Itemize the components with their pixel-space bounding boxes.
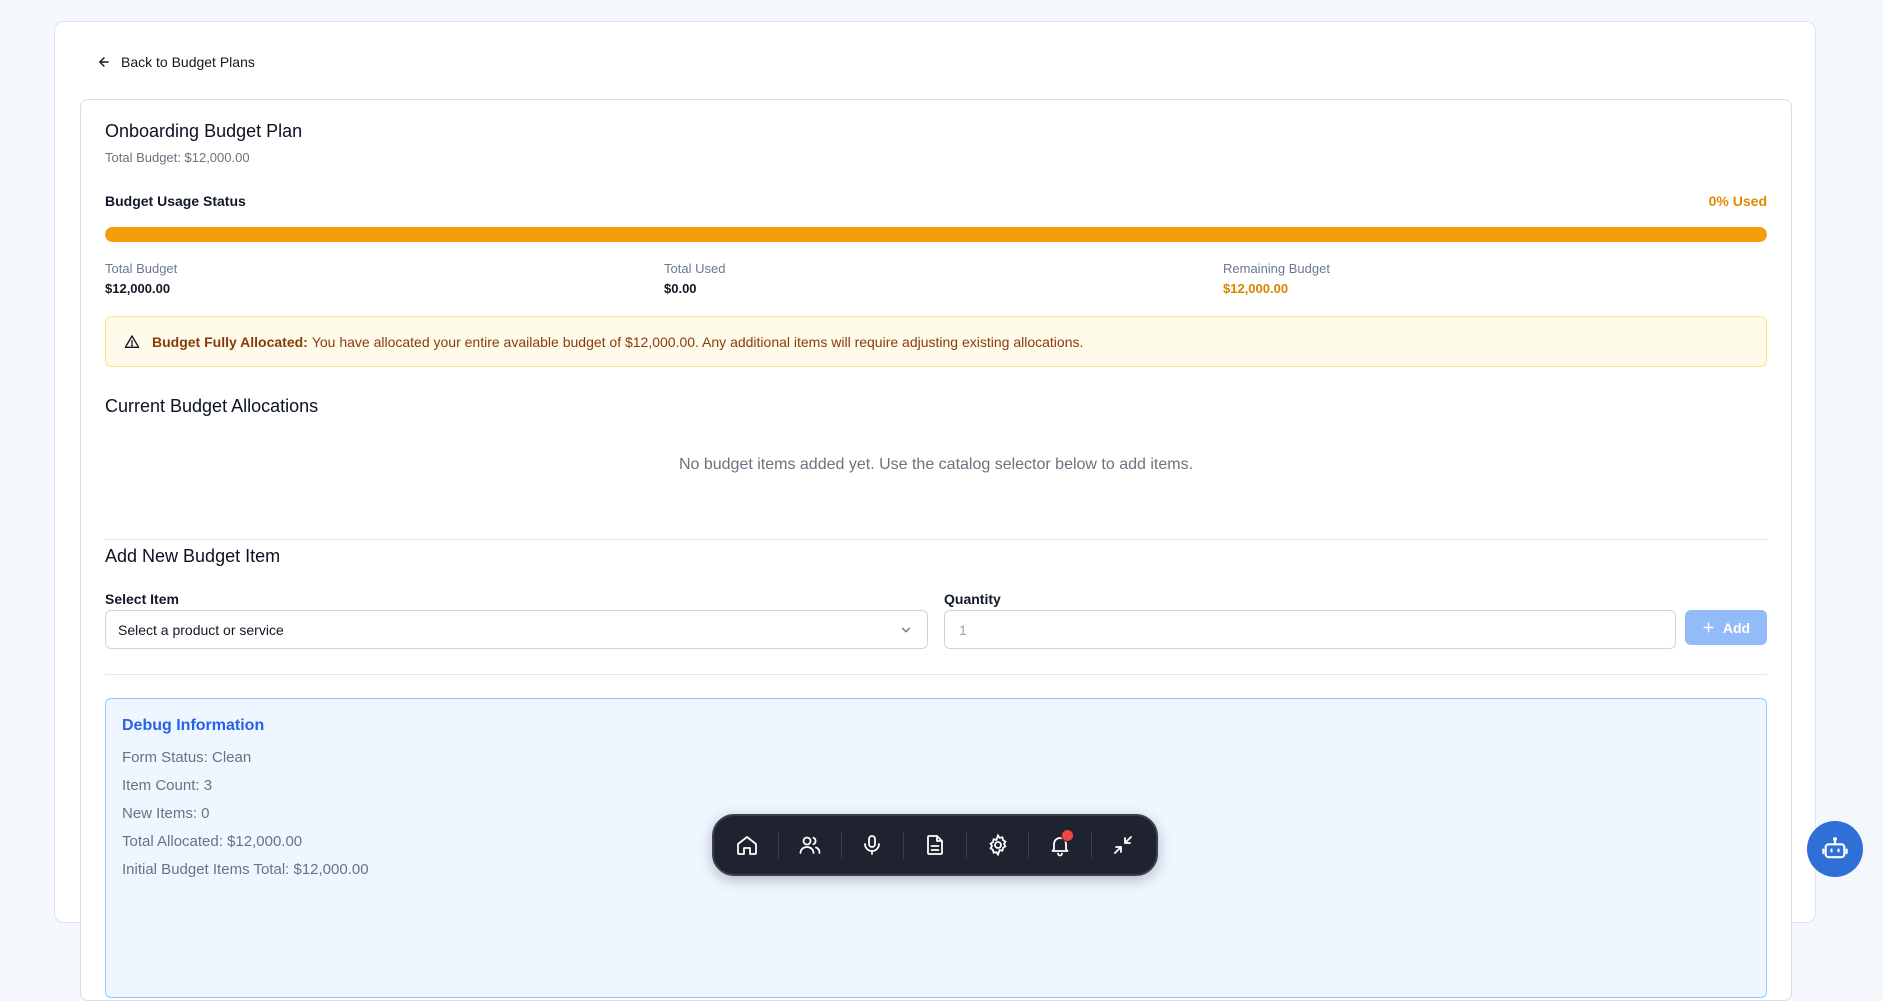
- budget-alert: Budget Fully Allocated: You have allocat…: [105, 316, 1767, 367]
- select-item-placeholder: Select a product or service: [118, 621, 284, 638]
- warning-triangle-icon: [124, 334, 140, 348]
- dock-settings[interactable]: [978, 825, 1018, 865]
- add-button-label: Add: [1722, 619, 1751, 636]
- back-link-label: Back to Budget Plans: [121, 54, 255, 70]
- robot-icon: [1822, 837, 1848, 859]
- dock-separator: [778, 831, 780, 859]
- stat-label: Remaining Budget: [1223, 261, 1330, 276]
- select-item-dropdown[interactable]: Select a product or service: [105, 610, 928, 649]
- back-link[interactable]: Back to Budget Plans: [97, 54, 255, 70]
- home-icon: [737, 836, 758, 855]
- plus-icon: [1703, 622, 1714, 633]
- dock-separator: [903, 831, 905, 859]
- assistant-button[interactable]: [1807, 821, 1863, 877]
- dock-home[interactable]: [727, 825, 767, 865]
- dock-microphone[interactable]: [852, 825, 892, 865]
- stat-total-budget: Total Budget $12,000.00: [105, 261, 177, 296]
- dock-separator: [965, 831, 967, 859]
- divider: [105, 539, 1767, 540]
- stat-value: $0.00: [664, 281, 697, 296]
- plan-title: Onboarding Budget Plan: [105, 121, 303, 141]
- stat-label: Total Used: [664, 261, 726, 276]
- bottom-dock: [712, 814, 1158, 876]
- dock-users[interactable]: [790, 825, 830, 865]
- add-item-button[interactable]: Add: [1685, 610, 1767, 645]
- settings-icon: [988, 833, 1007, 857]
- usage-percent: 0% Used: [1708, 193, 1767, 209]
- dock-minimize[interactable]: [1103, 825, 1143, 865]
- alert-message: You have allocated your entire available…: [311, 333, 1084, 350]
- minimize-icon: [1113, 836, 1132, 854]
- alert-title: Budget Fully Allocated:: [152, 333, 308, 350]
- allocations-title: Current Budget Allocations: [105, 396, 319, 416]
- users-icon: [799, 836, 821, 854]
- budget-progress-bar: [105, 227, 1767, 242]
- usage-status-label: Budget Usage Status: [105, 193, 246, 209]
- dock-separator: [1090, 831, 1092, 859]
- dock-documents[interactable]: [915, 825, 955, 865]
- stat-label: Total Budget: [105, 261, 178, 276]
- stat-value: $12,000.00: [105, 281, 171, 296]
- notification-dot: [1061, 829, 1075, 842]
- debug-line: Form Status: Clean: [122, 749, 252, 766]
- dock-separator: [840, 831, 842, 859]
- debug-line: Item Count: 3: [122, 777, 213, 794]
- page-container: Back to Budget Plans Onboarding Budget P…: [54, 21, 1816, 1001]
- stat-value: $12,000.00: [1223, 281, 1289, 296]
- document-icon: [927, 835, 943, 855]
- stat-total-used: Total Used $0.00: [664, 261, 725, 296]
- quantity-input[interactable]: [944, 610, 1676, 649]
- select-item-label: Select Item: [105, 591, 179, 607]
- allocations-empty-message: No budget items added yet. Use the catal…: [678, 456, 1194, 473]
- microphone-icon: [864, 835, 881, 855]
- divider: [105, 674, 1767, 675]
- add-item-title: Add New Budget Item: [105, 546, 281, 566]
- dock-notifications[interactable]: [1040, 825, 1080, 865]
- stat-remaining-budget: Remaining Budget $12,000.00: [1223, 261, 1330, 296]
- debug-title: Debug Information: [122, 717, 265, 734]
- quantity-label: Quantity: [944, 591, 1001, 607]
- dock-separator: [1028, 831, 1030, 859]
- plan-subtitle: Total Budget: $12,000.00: [105, 150, 250, 165]
- arrow-left-icon: [99, 57, 109, 67]
- chevron-down-icon: [901, 627, 911, 632]
